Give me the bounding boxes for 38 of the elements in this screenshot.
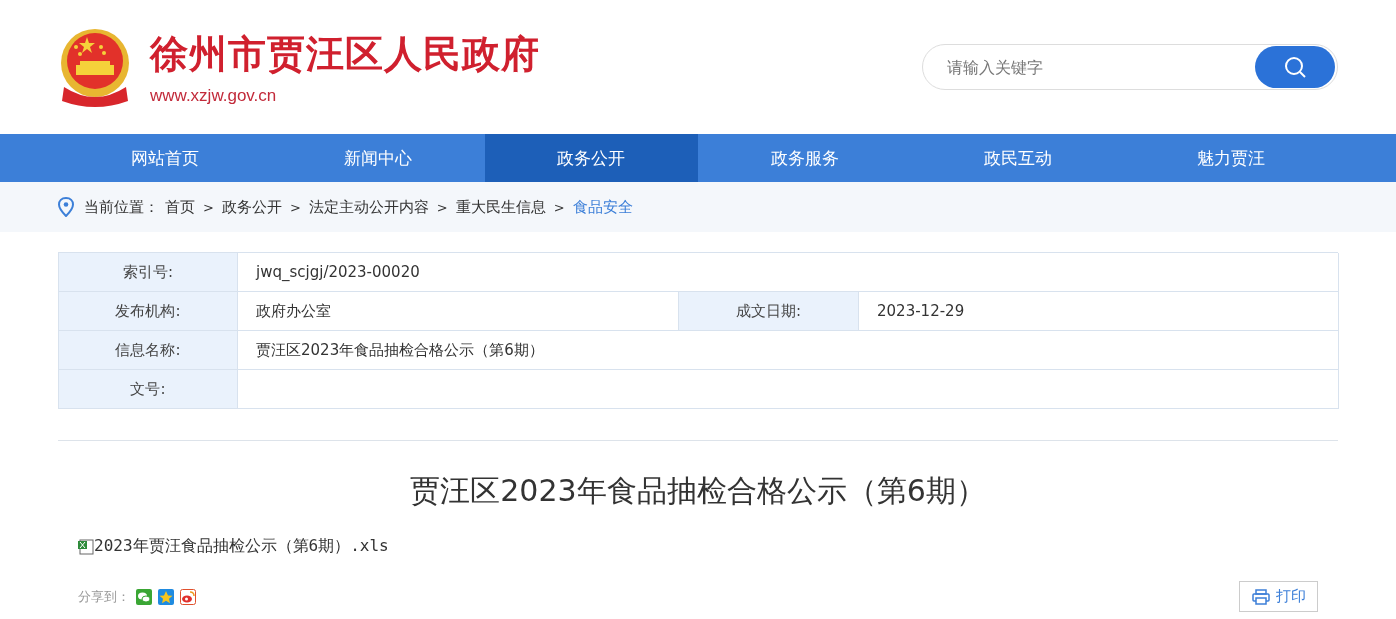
breadcrumb-link[interactable]: 食品安全 — [572, 197, 633, 217]
table-label: 信息名称: — [59, 331, 238, 370]
site-url: www.xzjw.gov.cn — [150, 85, 278, 106]
table-label: 发布机构: — [59, 292, 238, 331]
table-cell: 贾汪区2023年食品抽检合格公示（第6期） — [238, 331, 1339, 370]
print-button[interactable]: 打印 — [1239, 581, 1318, 612]
share-label: 分享到： — [78, 587, 130, 606]
printer-icon — [1251, 588, 1270, 605]
eye-logo-icon[interactable] — [180, 588, 196, 605]
breadcrumb-separator: > — [436, 199, 448, 215]
table-cell: 政府办公室 — [238, 292, 679, 331]
breadcrumb-link[interactable]: 法定主动公开内容 — [308, 197, 429, 217]
breadcrumb-link[interactable]: 政务公开 — [221, 197, 282, 217]
nav-tab[interactable]: 政务公开 — [484, 134, 698, 182]
nav-tab[interactable]: 网站首页 — [58, 134, 272, 182]
nav-tab[interactable]: 魅力贾汪 — [1124, 134, 1338, 182]
breadcrumb-separator: > — [553, 199, 565, 215]
table-cell: 2023-12-29 — [859, 292, 1339, 331]
table-label: 成文日期: — [679, 292, 859, 331]
article-title: 贾汪区2023年食品抽检合格公示（第6期） — [409, 472, 987, 510]
search-button[interactable] — [1255, 46, 1335, 88]
breadcrumb-link[interactable]: 首页 — [165, 197, 195, 217]
spreadsheet-file-icon — [78, 538, 94, 555]
location-pin-icon — [58, 197, 74, 217]
nav-tab[interactable]: 政务服务 — [698, 134, 912, 182]
breadcrumb-label: 当前位置： — [84, 197, 159, 217]
breadcrumb-separator: > — [289, 199, 301, 215]
breadcrumb-separator: > — [203, 199, 214, 215]
chat-bubbles-icon[interactable] — [136, 588, 152, 605]
nav-tab[interactable]: 新闻中心 — [271, 134, 485, 182]
attachment-link[interactable]: 2023年贾汪食品抽检公示（第6期）.xls — [94, 536, 389, 557]
breadcrumb-link[interactable]: 重大民生信息 — [455, 197, 546, 217]
star-icon[interactable] — [158, 588, 174, 605]
search-icon — [1284, 56, 1306, 78]
table-label: 文号: — [59, 370, 238, 409]
site-title: 徐州市贾汪区人民政府 — [150, 30, 540, 78]
table-label: 索引号: — [59, 253, 238, 292]
nav-tab[interactable]: 政民互动 — [911, 134, 1125, 182]
